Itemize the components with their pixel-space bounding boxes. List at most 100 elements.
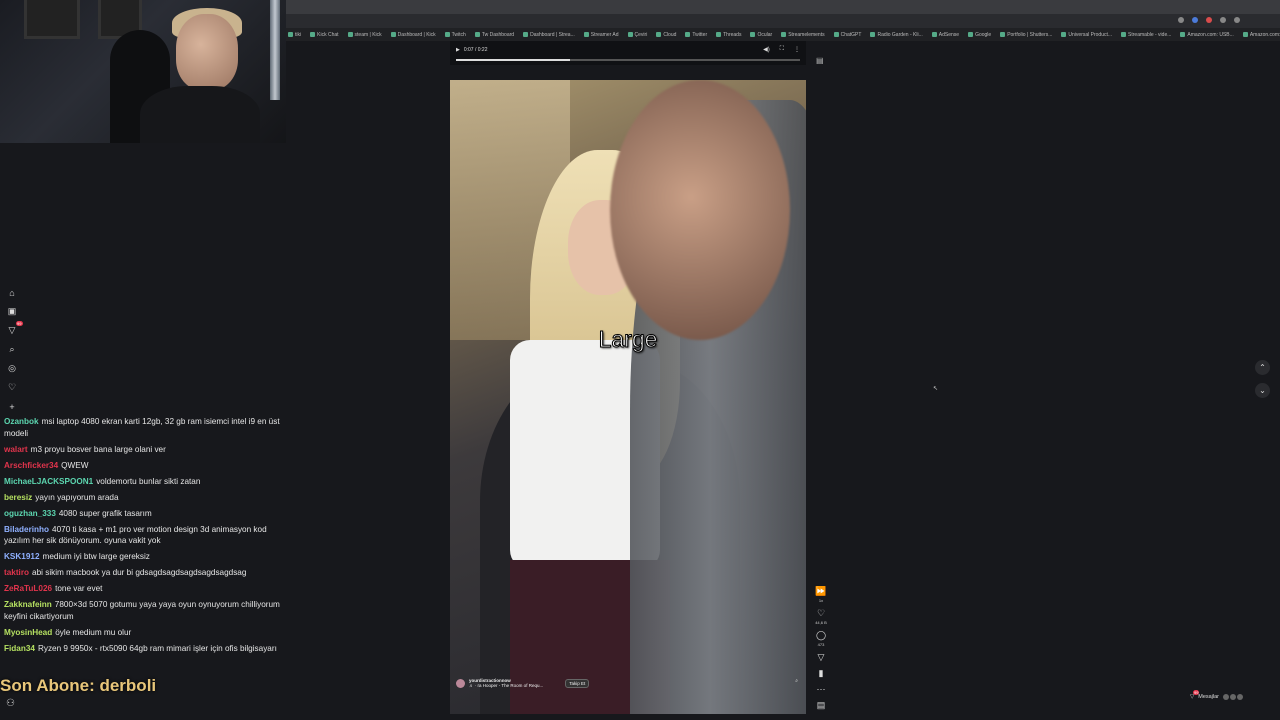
bookmark-item[interactable]: Radio Garden - Kli... (870, 31, 923, 38)
chat-username[interactable]: KSK1912 (4, 552, 40, 561)
bookmark-icon (583, 32, 589, 37)
explore-icon[interactable]: ◎ (6, 362, 19, 375)
bookmark-item[interactable]: ChatGPT (833, 31, 862, 38)
speed-icon[interactable]: ⏩ (815, 586, 826, 597)
bookmark-icon[interactable]: ▮ (819, 668, 824, 679)
bookmark-item[interactable]: steam | Kick (347, 32, 382, 38)
chat-username[interactable]: MyosinHead (4, 628, 52, 637)
video-icon[interactable]: ▣ (6, 305, 19, 318)
bookmark-item[interactable]: Dashboard | Kick (390, 32, 436, 38)
bookmark-label: Radio Garden - Kli... (877, 31, 923, 38)
bookmark-label: Ocular (757, 31, 773, 38)
chat-username[interactable]: walart (4, 445, 28, 454)
bookmark-label: Amazon.com: USB... (1187, 31, 1234, 38)
bookmark-icon (1121, 32, 1127, 37)
extension-icon[interactable] (1178, 17, 1184, 23)
bookmark-label: Streamer Ad (590, 31, 619, 38)
bookmark-item[interactable]: Streamable - vide... (1121, 32, 1171, 38)
bookmark-label: Streamelements (788, 31, 825, 38)
chat-username[interactable]: Arschficker34 (4, 461, 58, 470)
chevron-up-icon[interactable]: ⌃ (1255, 360, 1270, 375)
video-footer: yourdistractionnow ♬ · ra Hooper - The R… (456, 678, 590, 688)
plus-icon[interactable]: + (6, 400, 19, 413)
chat-message: Ozanbok msi laptop 4080 ekran karti 12gb,… (4, 416, 288, 439)
extension-icon[interactable] (1220, 17, 1226, 23)
bookmark-label: ChatGPT (840, 31, 862, 38)
chat-message: KSK1912 medium iyi btw large gereksiz (4, 551, 288, 563)
more-icon[interactable]: ⋯ (817, 684, 826, 695)
chat-username[interactable]: Biladerinho (4, 525, 49, 534)
bookmark-item[interactable]: Portfolio | Shutters... (1000, 32, 1052, 38)
bookmark-item[interactable]: Universal Product... (1061, 32, 1112, 38)
bookmark-item[interactable]: Dashboard | Strea... (523, 32, 575, 38)
volume-icon[interactable]: ◀) (763, 46, 770, 53)
messages-label: Mesajlar (1198, 694, 1220, 700)
comment-icon[interactable]: ◯ (816, 630, 826, 641)
bookmark-item[interactable]: Cloud (656, 32, 676, 38)
chat-username[interactable]: Zakknafeinn (4, 600, 52, 609)
play-icon[interactable]: ▶ (456, 47, 460, 53)
bookmark-item[interactable]: Google (968, 32, 991, 38)
bookmark-item[interactable]: Tw Dashboard (474, 32, 514, 38)
chat-text: öyle medium mu olur (55, 627, 132, 637)
bookmark-label: Google (975, 31, 992, 38)
mouse-cursor: ↖ (933, 386, 939, 392)
follow-button[interactable]: Takip Et (565, 678, 590, 688)
bookmark-icon (347, 32, 353, 37)
bookmark-item[interactable]: Amazon.com: NOV... (1242, 32, 1280, 38)
bookmark-icon (523, 32, 529, 37)
extension-icon[interactable] (1206, 17, 1212, 23)
bookmark-item[interactable]: Streamer Ad (583, 31, 619, 38)
bookmark-item[interactable]: Kick Chat (310, 31, 339, 38)
chat-username[interactable]: taktiro (4, 568, 29, 577)
report-icon[interactable]: ▤ (816, 56, 824, 65)
bookmark-item[interactable]: Çeviri (627, 32, 647, 38)
bookmark-icon (968, 32, 974, 37)
sound-name[interactable]: ♬ · ra Hooper - The Room of Requ... (469, 683, 543, 688)
video-player[interactable]: Large yourdistractionnow ♬ · ra Hooper -… (450, 80, 806, 714)
bookmark-item[interactable]: Amazon.com: USB... (1180, 31, 1234, 38)
home-icon[interactable]: ⌂ (6, 286, 19, 299)
chat-username[interactable]: ZeRaTuL026 (4, 584, 52, 593)
bookmark-icon (781, 32, 787, 37)
more-icon[interactable]: ⋮ (794, 46, 800, 53)
bookmark-item[interactable]: Twitch (444, 32, 466, 38)
messages-button[interactable]: ▽ 99 Mesajlar (1190, 690, 1244, 700)
progress-fill (456, 59, 570, 61)
author-avatar[interactable] (456, 678, 465, 688)
chat-text: voldemortu bunlar sikti zatan (96, 476, 201, 486)
bookmark-item[interactable]: Threads (716, 32, 741, 38)
chat-username[interactable]: oguzhan_333 (4, 509, 56, 518)
chat-text: medium iyi btw large gereksiz (42, 552, 150, 561)
bookmark-item[interactable]: AdSense (931, 32, 959, 38)
chat-username[interactable]: Fidan34 (4, 644, 35, 653)
bookmarks-bar: tiki Kick Chat steam | Kick Dashboard | Kic… (286, 28, 1280, 41)
chat-username[interactable]: MichaeLJACKSPOON1 (4, 477, 93, 486)
report-icon[interactable]: ▤ (817, 700, 826, 711)
bookmark-icon (1242, 32, 1248, 37)
video-progress[interactable] (456, 59, 800, 61)
bookmark-label: Kick Chat (317, 31, 339, 38)
search-icon[interactable]: ⌕ (6, 343, 19, 356)
bookmark-item[interactable]: Ocular (750, 32, 772, 38)
chat-text: yayın yapıyorum arada (35, 492, 119, 502)
search-icon[interactable]: ⌕ (795, 678, 798, 684)
chat-message: Fidan34 Ryzen 9 9950x - rtx5090 64gb ram … (4, 643, 288, 655)
chat-overlay: Ozanbok msi laptop 4080 ekran karti 12gb,… (4, 416, 288, 659)
chat-message: walart m3 proyu bosver bana large olani v… (4, 444, 288, 456)
like-icon[interactable]: ♡ (817, 608, 825, 619)
heart-icon[interactable]: ♡ (6, 381, 19, 394)
chat-username[interactable]: Ozanbok (4, 417, 39, 426)
action-rail: ⏩ 1x ♡ 44,6 B ◯ 473 ▽ ▮ ⋯ ▤ (814, 586, 828, 711)
inbox-icon[interactable]: ▽ 99 (6, 321, 23, 337)
bookmark-item[interactable]: tiki (288, 32, 301, 38)
extension-icon[interactable] (1192, 17, 1198, 23)
fullscreen-icon[interactable]: ⛶ (780, 46, 784, 53)
chat-username[interactable]: beresiz (4, 493, 32, 502)
profile-icon[interactable] (1234, 17, 1240, 23)
bookmark-item[interactable]: Twitter (685, 32, 707, 38)
chat-text: 4080 super grafik tasarım (58, 508, 152, 518)
share-icon[interactable]: ▽ (818, 652, 825, 663)
bookmark-item[interactable]: Streamelements (781, 31, 825, 38)
chevron-down-icon[interactable]: ⌄ (1255, 383, 1270, 398)
